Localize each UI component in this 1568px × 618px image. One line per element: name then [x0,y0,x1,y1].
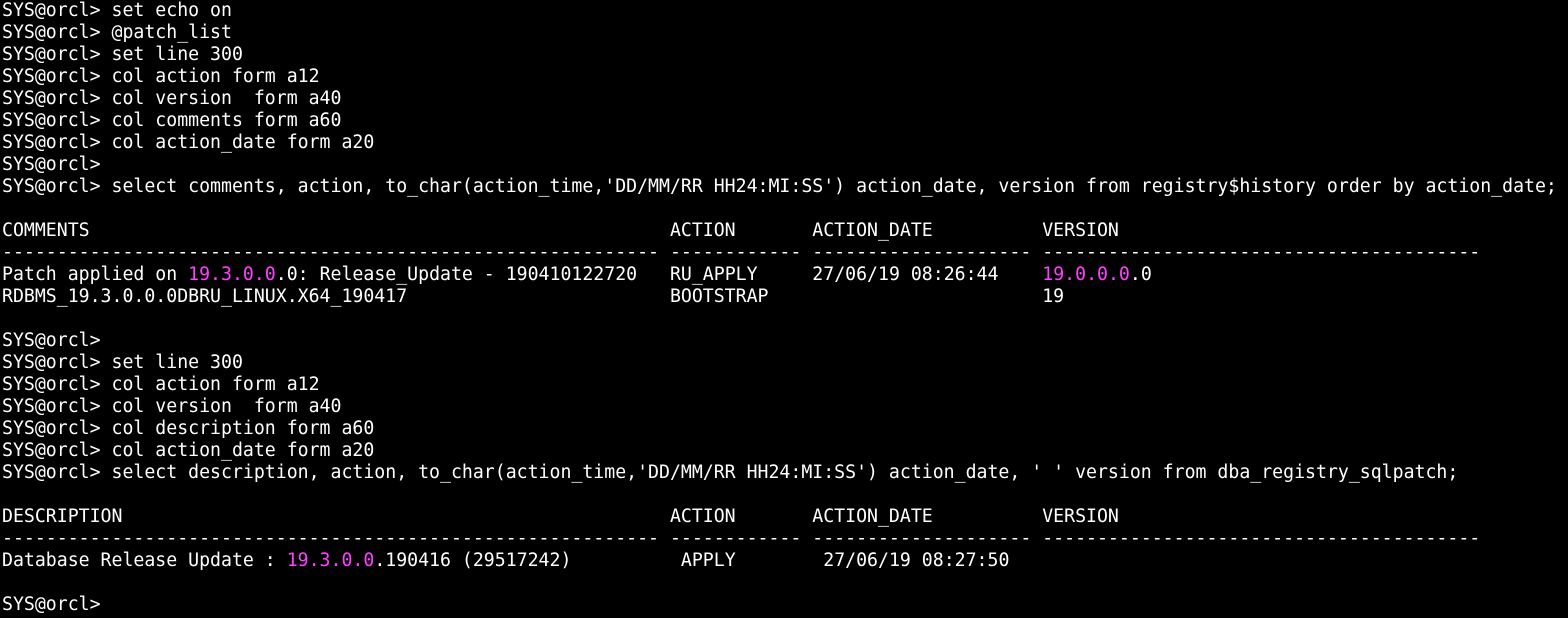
terminal-line: SYS@orcl> select comments, action, to_ch… [0,176,1568,198]
terminal-line: ----------------------------------------… [0,528,1568,550]
terminal-text: SYS@orcl> col action form a12 [2,374,320,395]
terminal-line: SYS@orcl> set echo on [0,0,1568,22]
highlighted-text: 19.3.0.0 [286,550,375,571]
terminal-text: SYS@orcl> select comments, action, to_ch… [2,176,1557,197]
terminal-text: SYS@orcl> [2,154,101,175]
terminal-line: SYS@orcl> col action form a12 [0,66,1568,88]
terminal-line: DESCRIPTION ACTION ACTION_DATE VERSION [0,506,1568,528]
terminal-line: SYS@orcl> [0,154,1568,176]
terminal-line: SYS@orcl> [0,330,1568,352]
terminal-line: RDBMS_19.3.0.0.0DBRU_LINUX.X64_190417 BO… [0,286,1568,308]
terminal-text: DESCRIPTION ACTION ACTION_DATE VERSION [2,506,1119,527]
terminal-text: SYS@orcl> select description, action, to… [2,462,1459,483]
terminal-text: SYS@orcl> col action_date form a20 [2,440,375,461]
terminal-line: SYS@orcl> col version form a40 [0,88,1568,110]
terminal-line: SYS@orcl> col comments form a60 [0,110,1568,132]
terminal-text: Patch applied on [2,264,189,285]
terminal-line: SYS@orcl> col description form a60 [0,418,1568,440]
terminal-line: SYS@orcl> set line 300 [0,352,1568,374]
terminal-text: SYS@orcl> col version form a40 [2,88,342,109]
terminal-text: .0 [1129,264,1152,285]
terminal-line: SYS@orcl> col action_date form a20 [0,440,1568,462]
terminal-text: ----------------------------------------… [2,242,1481,263]
terminal-text: SYS@orcl> [2,594,101,615]
terminal-line: SYS@orcl> @patch_list [0,22,1568,44]
terminal-text: .190416 (29517242) APPLY 27/06/19 08:27:… [374,550,1010,571]
terminal-line: COMMENTS ACTION ACTION_DATE VERSION [0,220,1568,242]
terminal-text: SYS@orcl> set line 300 [2,44,243,65]
terminal-line: Patch applied on 19.3.0.0.0: Release_Upd… [0,264,1568,286]
terminal-text: Database Release Update : [2,550,287,571]
terminal-text: SYS@orcl> [2,330,101,351]
terminal-line: SYS@orcl> set line 300 [0,44,1568,66]
terminal-line: SYS@orcl> col action form a12 [0,374,1568,396]
terminal-text: SYS@orcl> col description form a60 [2,418,375,439]
terminal-text: .0: Release_Update - 190410122720 RU_APP… [275,264,1043,285]
terminal-text: RDBMS_19.3.0.0.0DBRU_LINUX.X64_190417 BO… [2,286,1065,307]
terminal-text: SYS@orcl> @patch_list [2,22,232,43]
terminal-text: SYS@orcl> set echo on [2,0,232,21]
terminal-text: SYS@orcl> col action_date form a20 [2,132,375,153]
terminal-line: ----------------------------------------… [0,242,1568,264]
terminal-line: SYS@orcl> select description, action, to… [0,462,1568,484]
terminal-text: SYS@orcl> set line 300 [2,352,243,373]
terminal-text: ----------------------------------------… [2,528,1481,549]
terminal-line: SYS@orcl> [0,594,1568,616]
terminal-text: COMMENTS ACTION ACTION_DATE VERSION [2,220,1119,241]
highlighted-text: 19.3.0.0 [188,264,276,285]
terminal-line: SYS@orcl> col action_date form a20 [0,132,1568,154]
terminal-text: SYS@orcl> col version form a40 [2,396,342,417]
terminal-text: SYS@orcl> col comments form a60 [2,110,342,131]
terminal-line: SYS@orcl> col version form a40 [0,396,1568,418]
terminal-text: SYS@orcl> col action form a12 [2,66,320,87]
highlighted-text: 19.0.0.0 [1042,264,1130,285]
terminal-window[interactable]: SYS@orcl> set echo on SYS@orcl> @patch_li… [0,0,1568,618]
terminal-line: Database Release Update : 19.3.0.0.19041… [0,550,1568,572]
